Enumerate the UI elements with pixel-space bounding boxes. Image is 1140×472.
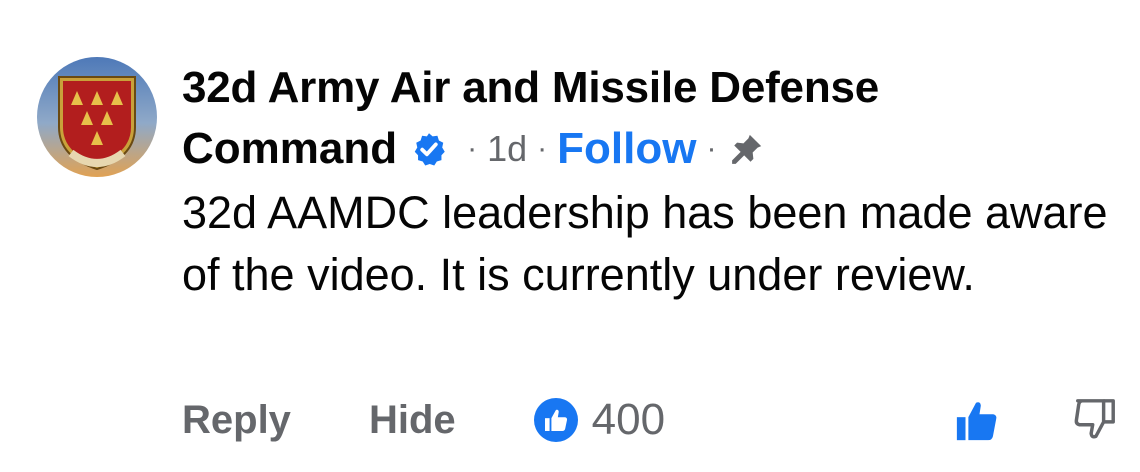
follow-button[interactable]: Follow: [557, 124, 696, 174]
separator-dot: ·: [537, 132, 548, 165]
comment-actions: Reply Hide 400: [182, 395, 665, 445]
comment: 32d Army Air and Missile Defense Command…: [182, 58, 1132, 306]
author-name-line1[interactable]: 32d Army Air and Missile Defense: [182, 58, 1132, 118]
verified-badge-icon: [414, 133, 445, 166]
timestamp[interactable]: 1d: [487, 128, 527, 170]
comment-body: 32d AAMDC leadership has been made aware…: [182, 187, 1108, 300]
thumbs-down-icon[interactable]: [1072, 396, 1118, 442]
separator-dot: ·: [706, 132, 717, 165]
author-row: Command · 1d · Follow ·: [182, 118, 1132, 180]
thumbs-up-icon[interactable]: [953, 398, 1001, 444]
thumbs-up-reaction-icon: [533, 398, 578, 442]
separator-dot: ·: [467, 132, 478, 165]
reaction-count: 400: [591, 395, 666, 444]
reply-button[interactable]: Reply: [182, 398, 291, 443]
pin-icon: [732, 134, 762, 164]
avatar[interactable]: [37, 57, 157, 177]
author-name-line2[interactable]: Command: [182, 124, 397, 174]
hide-button[interactable]: Hide: [369, 398, 456, 443]
reaction-summary[interactable]: 400: [533, 395, 666, 445]
unit-crest-logo: [37, 57, 157, 177]
comment-meta: · 1d · Follow ·: [457, 124, 764, 174]
